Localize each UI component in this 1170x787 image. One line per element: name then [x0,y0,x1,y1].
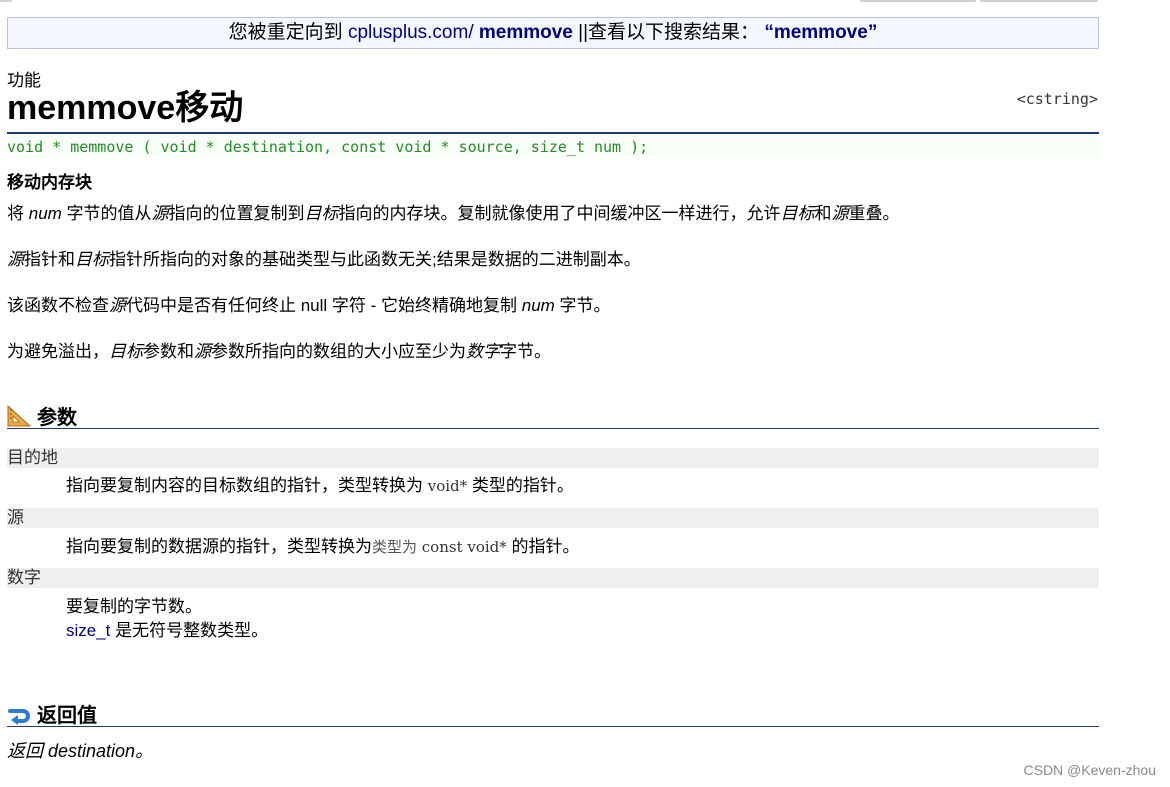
function-prototype: void * memmove ( void * destination, con… [7,136,1099,158]
return-value-text: 返回 destination。 [7,741,154,761]
return-value-heading-label: 返回值 [37,705,97,727]
param-ref: 源 [194,342,211,361]
function-summary: 移动内存块 [7,173,92,192]
text: 该函数不检查 [7,296,109,315]
text: 指向要复制内容的目标数组的指针，类型转换为 [66,476,428,495]
page-title: memmove移动 [7,89,244,127]
description-paragraph-4: 为避免溢出，目标参数和源参数所指向的数组的大小应至少为数字字节。 [7,337,551,362]
code-text: void* [427,477,468,495]
text: 代码中是否有任何终止 null 字符 - 它始终精确地复制 [126,296,522,315]
text: 参数和 [143,342,194,361]
search-query-link[interactable]: “memmove” [764,22,877,43]
title-rule [7,132,1099,134]
text: 指向要复制的数据源的指针，类型转换为 [66,537,372,556]
redirect-link-target[interactable]: memmove [474,22,573,43]
param-ref: 源 [7,250,24,269]
param-ref: num [28,204,62,223]
param-desc-num: 要复制的字节数。 [66,592,202,617]
return-arrow-icon [7,703,31,725]
param-name: 数字 [7,568,41,587]
param-ref: 源 [109,296,126,315]
text: 字节的值从 [61,204,152,223]
param-name-source: 源 [7,508,1099,528]
param-ref: 目标 [780,204,815,223]
header-library-link[interactable]: <cstring> [1017,90,1098,108]
return-value-heading: 返回值 [7,699,97,728]
text: 是无符号整数类型。 [110,621,269,640]
param-desc-destination: 指向要复制内容的目标数组的指针，类型转换为 void* 类型的指针。 [66,471,574,496]
param-name-destination: 目的地 [7,448,1099,468]
description-paragraph-3: 该函数不检查源代码中是否有任何终止 null 字符 - 它始终精确地复制 num… [7,291,611,316]
param-name: 目的地 [7,448,58,467]
tab-edge [0,0,12,2]
redirect-middle: ||查看以下搜索结果： [572,22,765,43]
tab-edge [980,0,1098,2]
redirect-notice: 您被重定向到 cplusplus.com/ memmove ||查看以下搜索结果… [7,17,1099,49]
tab-edge [860,0,976,2]
param-ref: 源 [151,204,169,223]
param-ref: 目标 [75,250,109,269]
section-rule [7,428,1099,429]
param-ref: 源 [831,204,849,223]
description-paragraph-1: 将 num 字节的值从源指向的位置复制到目标指向的内存块。复制就像使用了中间缓冲… [7,199,900,224]
redirect-prefix: 您被重定向到 [228,22,348,43]
text: 参数所指向的数组的大小应至少为 [211,342,466,361]
size-t-link[interactable]: size_t [66,621,110,640]
text: 和 [814,204,832,223]
param-ref: 数字 [466,342,500,361]
param-desc-source: 指向要复制的数据源的指针，类型转换为类型为 const void* 的指针。 [66,532,580,557]
text: 为避免溢出， [7,342,109,361]
text: 指针所指向的对象的基础类型与此函数无关;结果是数据的二进制副本。 [109,250,641,269]
set-square-icon [7,404,31,427]
text: 指向的内存块。复制就像使用了中间缓冲区一样进行，允许 [338,204,781,223]
text: 的指针。 [506,537,580,556]
section-rule [7,726,1099,727]
code-text: const void* [417,538,507,556]
parameters-heading-label: 参数 [37,407,77,429]
param-name-num: 数字 [7,568,1099,588]
param-ref: 目标 [109,342,143,361]
parameters-heading: 参数 [7,401,77,430]
text: 指针和 [24,250,75,269]
param-ref: num [521,296,555,315]
text: 字节。 [554,296,611,315]
text: 类型的指针。 [467,476,574,495]
text: 重叠。 [848,204,900,223]
text: 字节。 [500,342,551,361]
text: 要复制的字节数。 [66,597,202,616]
text: 指向的位置复制到 [168,204,305,223]
browser-tab-strip [0,0,1170,3]
param-name: 源 [7,508,24,527]
text: 类型为 [372,538,418,556]
param-desc-num-type: size_t 是无符号整数类型。 [66,616,268,641]
param-ref: 目标 [304,204,339,223]
redirect-link[interactable]: cplusplus.com/ [348,22,474,43]
text: 将 [7,204,29,223]
description-paragraph-2: 源指针和目标指针所指向的对象的基础类型与此函数无关;结果是数据的二进制副本。 [7,245,641,270]
watermark: CSDN @Keven-zhou [1023,762,1157,778]
